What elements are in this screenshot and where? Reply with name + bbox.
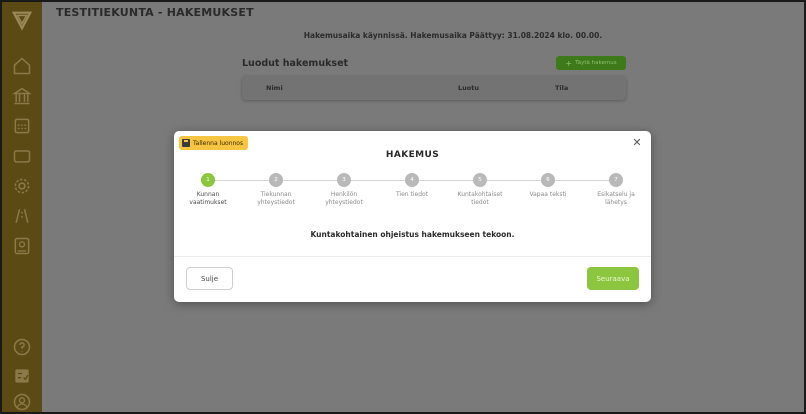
step-dot: 2 <box>269 173 283 187</box>
sidebar-item-documents[interactable] <box>10 144 34 168</box>
applications-list: Luodut hakemukset + Täytä hakemus Nimi L… <box>242 54 626 100</box>
step-label: Vapaa teksti <box>529 191 567 198</box>
stepper: 1 Kunnan vaatimukset 2 Tiekunnan yhteystie… <box>174 173 651 219</box>
sidebar-item-help[interactable] <box>10 335 34 359</box>
column-header-name[interactable]: Nimi <box>266 84 283 92</box>
step-dot: 5 <box>473 173 487 187</box>
step-label: Kunnan vaatimukset <box>189 191 227 206</box>
close-icon[interactable]: ✕ <box>631 137 643 149</box>
sidebar <box>2 2 42 412</box>
id-card-icon <box>14 237 30 255</box>
sidebar-item-contacts[interactable] <box>10 234 34 258</box>
municipality-instructions: Kuntakohtainen ohjeistus hakemukseen tek… <box>310 230 515 239</box>
checklist-icon <box>15 369 29 383</box>
step-4[interactable]: 4 Tien tiedot <box>382 173 442 199</box>
bank-icon <box>12 87 32 105</box>
step-dot: 7 <box>609 173 623 187</box>
step-label: Kuntakohtaiset tiedot <box>457 191 503 206</box>
help-icon <box>13 338 31 356</box>
new-application-label: Täytä hakemus <box>575 60 617 66</box>
next-button[interactable]: Seuraava <box>587 267 639 290</box>
step-1[interactable]: 1 Kunnan vaatimukset <box>178 173 238 207</box>
folder-icon <box>13 150 31 163</box>
user-icon <box>13 393 31 411</box>
sidebar-item-tasks[interactable] <box>10 364 34 388</box>
app-window: TESTITIEKUNTA - HAKEMUKSET Hakemusaika k… <box>0 0 806 414</box>
step-dot: 6 <box>541 173 555 187</box>
modal-divider <box>174 256 651 257</box>
step-label: Esikatselu ja lähetys <box>597 191 635 206</box>
table-header: Nimi Luotu Tila <box>242 76 626 100</box>
sidebar-item-calendar[interactable] <box>10 114 34 138</box>
sidebar-item-home[interactable] <box>10 54 34 78</box>
application-period-status: Hakemusaika käynnissä. Hakemusaika Päätt… <box>303 31 603 40</box>
step-dot: 3 <box>337 173 351 187</box>
plus-icon: + <box>565 58 573 68</box>
column-header-status[interactable]: Tila <box>555 84 568 92</box>
close-button[interactable]: Sulje <box>186 267 233 290</box>
step-dot: 1 <box>201 173 215 187</box>
save-draft-label: Tallenna luonnos <box>193 139 244 147</box>
page-title: TESTITIEKUNTA - HAKEMUKSET <box>56 6 254 19</box>
column-header-created[interactable]: Luotu <box>458 84 479 92</box>
save-icon <box>182 139 190 147</box>
step-label: Tiekunnan yhteystiedot <box>257 191 295 206</box>
step-3[interactable]: 3 Henkilön yhteystiedot <box>314 173 374 207</box>
sidebar-item-roads[interactable] <box>10 204 34 228</box>
save-draft-button[interactable]: Tallenna luonnos <box>179 136 249 150</box>
sidebar-item-municipality[interactable] <box>10 84 34 108</box>
home-icon <box>13 57 31 75</box>
step-2[interactable]: 2 Tiekunnan yhteystiedot <box>246 173 306 207</box>
modal-title: HAKEMUS <box>385 150 440 160</box>
sidebar-item-profile[interactable] <box>10 390 34 412</box>
gear-icon <box>14 178 30 194</box>
calendar-icon <box>14 118 30 134</box>
step-label: Henkilön yhteystiedot <box>325 191 363 206</box>
step-5[interactable]: 5 Kuntakohtaiset tiedot <box>450 173 510 207</box>
new-application-button[interactable]: + Täytä hakemus <box>556 56 626 70</box>
step-label: Tien tiedot <box>395 191 429 198</box>
step-7[interactable]: 7 Esikatselu ja lähetys <box>586 173 646 207</box>
shield-logo-icon <box>11 11 33 31</box>
step-dot: 4 <box>405 173 419 187</box>
app-logo[interactable] <box>8 6 36 34</box>
step-6[interactable]: 6 Vapaa teksti <box>518 173 578 199</box>
sidebar-item-settings[interactable] <box>10 174 34 198</box>
road-icon <box>15 209 29 223</box>
list-title: Luodut hakemukset <box>242 58 349 69</box>
application-modal: Tallenna luonnos HAKEMUS ✕ 1 Kunnan vaati… <box>174 131 651 302</box>
